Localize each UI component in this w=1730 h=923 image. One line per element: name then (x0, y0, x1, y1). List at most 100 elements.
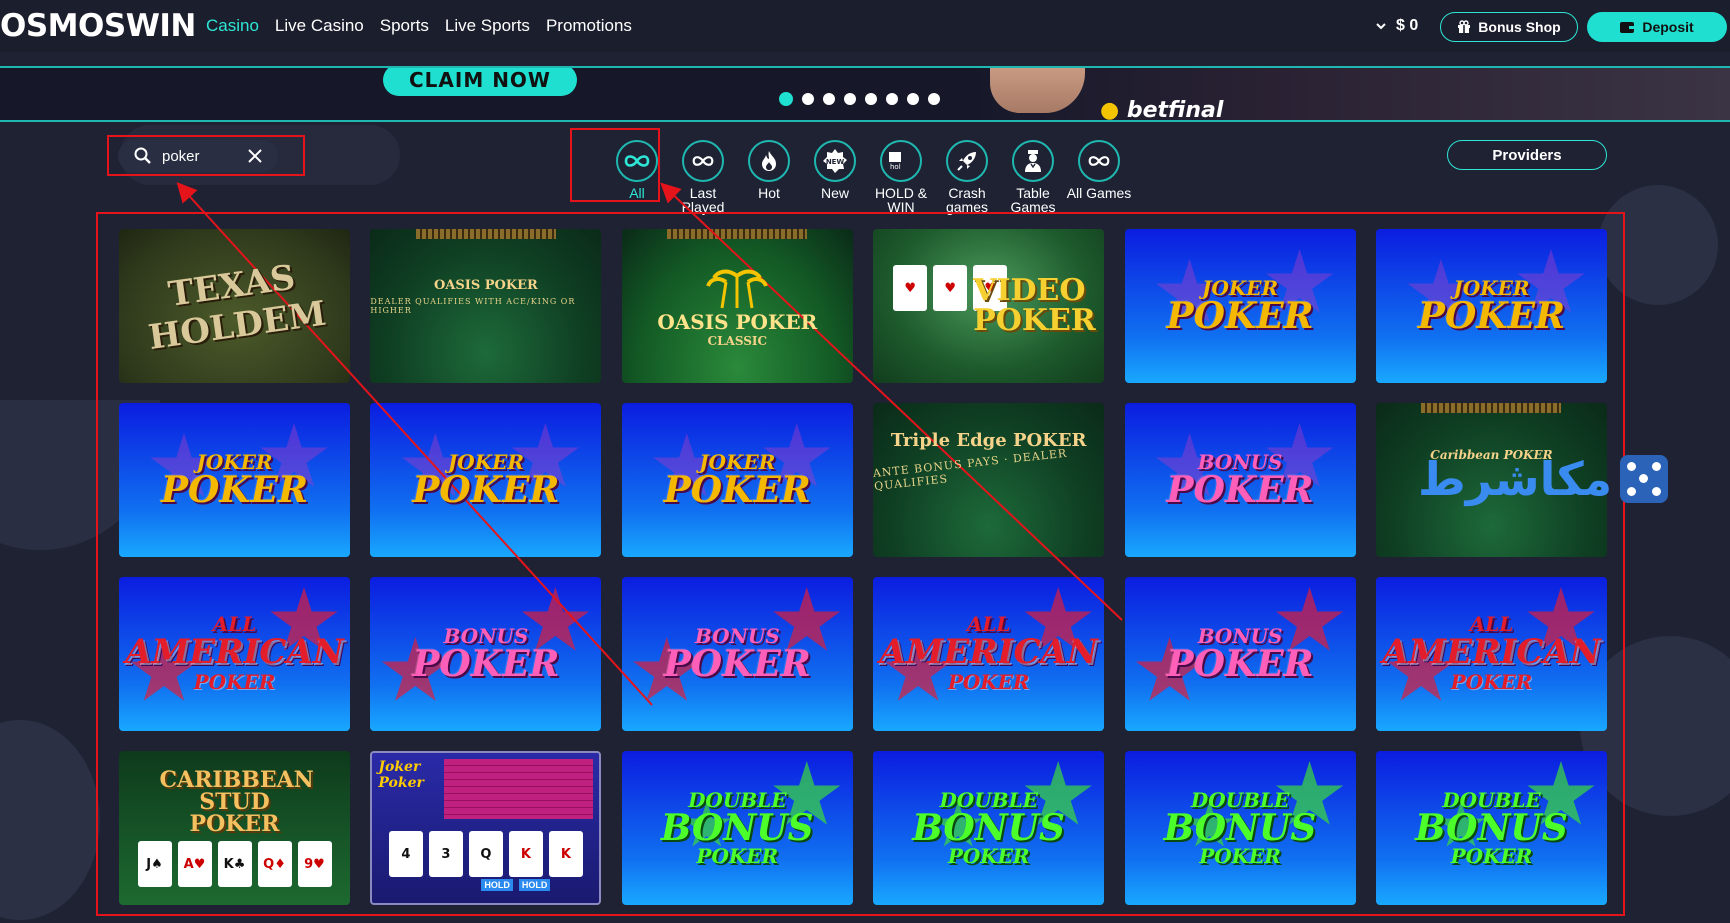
palm-trees-icon (706, 269, 769, 309)
game-title-main: POKER (1417, 295, 1565, 337)
playing-card: ♥ (893, 265, 928, 311)
bonus-shop-button[interactable]: Bonus Shop (1440, 12, 1578, 42)
playing-card: Q (468, 831, 503, 877)
annotation-box-search (107, 135, 305, 176)
card-row: J♠ A♥ K♣ Q♦ 9♥ (137, 841, 332, 887)
playing-card: K (508, 831, 543, 877)
tab-hot[interactable]: Hot (736, 140, 802, 214)
svg-text:NEW: NEW (826, 158, 845, 166)
game-title-main: BONUS (912, 807, 1066, 849)
tab-label: Hot (758, 185, 780, 201)
playing-card: K♣ (217, 841, 252, 887)
tab-label: Crash games (945, 185, 989, 215)
carousel-dot[interactable] (907, 93, 919, 105)
game-title-bottom: POKER (1450, 670, 1533, 694)
promo-banner[interactable]: CLAIM NOW ● betfinal (0, 66, 1730, 122)
game-title-bottom: POKER (1450, 844, 1533, 868)
playing-card: J♠ (137, 841, 172, 887)
game-title: Joker Poker (378, 759, 424, 791)
game-title: OASIS POKER (433, 277, 538, 293)
tab-table-games[interactable]: Table Games (1000, 140, 1066, 214)
game-title-bottom: POKER (696, 844, 779, 868)
game-title-bottom: POKER (1199, 844, 1281, 868)
providers-button[interactable]: Providers (1447, 140, 1607, 170)
game-title-top: ALL (966, 612, 1011, 636)
game-title-main: AMERICAN (125, 632, 344, 672)
tab-last-played[interactable]: Last Played (670, 140, 736, 214)
game-title-main: BONUS (1163, 807, 1317, 849)
game-title-top: ALL (1469, 612, 1514, 636)
carousel-dot[interactable] (865, 93, 877, 105)
tab-label: Table Games (1010, 185, 1056, 215)
wallet-icon (1620, 22, 1635, 33)
annotation-box-all-tab (570, 128, 660, 202)
main-nav: Casino Live Casino Sports Live Sports Pr… (206, 16, 632, 36)
playing-card: K (548, 831, 583, 877)
card-row: 4 3 Q K K (388, 831, 583, 877)
game-title: CARIBBEAN STUD POKER (159, 767, 314, 837)
new-badge-icon: NEW (814, 140, 856, 182)
nav-casino[interactable]: Casino (206, 16, 259, 36)
tab-label: Last Played (681, 185, 725, 215)
playing-card: Q♦ (257, 841, 292, 887)
nav-live-casino[interactable]: Live Casino (275, 16, 364, 36)
tab-new[interactable]: NEW New (802, 140, 868, 214)
game-title-bottom: POKER (947, 670, 1030, 694)
tab-crash-games[interactable]: Crash games (934, 140, 1000, 214)
carousel-dot[interactable] (779, 92, 793, 106)
game-title-main: AMERICAN (879, 632, 1098, 672)
game-title-main: POKER (412, 469, 560, 511)
infinity-icon (682, 140, 724, 182)
game-title-top: ALL (212, 612, 257, 636)
tab-hold-and-win[interactable]: hol HOLD & WIN (868, 140, 934, 214)
bonus-shop-label: Bonus Shop (1478, 19, 1561, 35)
tab-label: HOLD & WIN (874, 185, 928, 215)
broken-image-icon: hol (880, 140, 922, 182)
playing-card: 9♥ (297, 841, 332, 887)
tab-label: New (820, 185, 849, 201)
playing-card: ♥ (933, 265, 968, 311)
watermark-text: مكاشرط (1418, 452, 1613, 506)
dealer-icon (1012, 140, 1054, 182)
carousel-dot[interactable] (823, 93, 835, 105)
playing-card: A♥ (177, 841, 212, 887)
infinity-icon (1078, 140, 1120, 182)
deposit-button[interactable]: Deposit (1587, 12, 1727, 42)
deposit-label: Deposit (1642, 19, 1694, 35)
game-title-main: BONUS (1415, 807, 1568, 849)
game-title-main: POKER (412, 643, 560, 685)
game-title-main: BONUS (660, 807, 814, 849)
game-title: OASIS POKER (657, 310, 818, 334)
carousel-dot[interactable] (886, 93, 898, 105)
carousel-dot[interactable] (802, 93, 814, 105)
betfinal-logo: ● betfinal (1100, 98, 1224, 122)
nav-sports[interactable]: Sports (380, 16, 429, 36)
game-title-main: AMERICAN (1382, 632, 1601, 672)
betfinal-text: betfinal (1126, 98, 1224, 122)
playing-card: 3 (428, 831, 463, 877)
carousel-dot[interactable] (844, 93, 856, 105)
fire-icon (748, 140, 790, 182)
game-title-main: POKER (160, 469, 309, 511)
dice-icon (1620, 455, 1669, 503)
gift-icon (1458, 20, 1471, 33)
nav-promotions[interactable]: Promotions (546, 16, 632, 36)
site-logo[interactable]: OSMOSWIN (0, 8, 196, 44)
rocket-icon (946, 140, 988, 182)
top-bar: OSMOSWIN Casino Live Casino Sports Live … (0, 0, 1730, 52)
balance-dropdown[interactable]: $ 0 (1376, 17, 1418, 35)
game-title-main: POKER (1166, 295, 1314, 337)
carousel-dot[interactable] (928, 93, 940, 105)
game-title-main: POKER (663, 469, 811, 511)
game-title-main: POKER (663, 643, 811, 685)
game-title-bottom: POKER (947, 844, 1030, 868)
tab-label: All Games (1066, 185, 1132, 201)
balance-amount: $ 0 (1396, 17, 1419, 34)
game-subtitle: CLASSIC (707, 334, 768, 348)
game-title-main: POKER (1166, 643, 1314, 685)
nav-live-sports[interactable]: Live Sports (445, 16, 530, 36)
svg-text:hol: hol (890, 163, 901, 171)
claim-now-button[interactable]: CLAIM NOW (383, 68, 577, 96)
tab-all-games[interactable]: All Games (1066, 140, 1132, 214)
bg-circle (0, 720, 100, 920)
